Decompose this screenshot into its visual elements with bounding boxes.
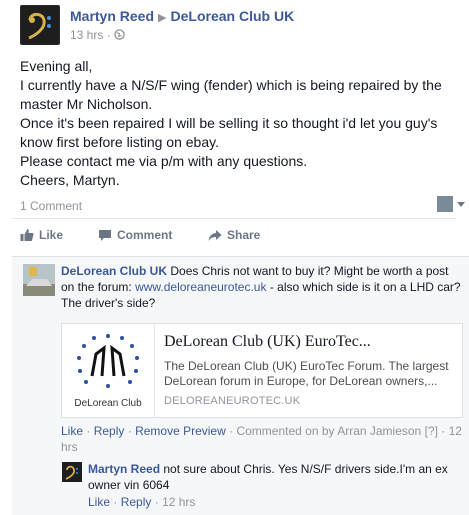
post-line: Cheers, Martyn. [20, 172, 120, 188]
reply-meta: Like · Reply · 12 hrs [88, 495, 196, 509]
chevron-down-icon [457, 202, 465, 207]
link-preview-image: DeLorean Club [62, 324, 155, 417]
group-link[interactable]: DeLorean Club UK [171, 8, 295, 24]
comment-like-link[interactable]: Like [61, 424, 83, 438]
reply-text: Martyn Reed not sure about Chris. Yes N/… [88, 461, 458, 493]
like-button[interactable]: Like [20, 228, 63, 242]
post-line: Please contact me via p/m with any quest… [20, 153, 308, 169]
comment-as-selector[interactable] [437, 196, 469, 214]
share-button[interactable]: Share [208, 228, 260, 242]
forum-url-link[interactable]: www.deloreaneurotec.uk [135, 280, 266, 294]
comment-reply-link[interactable]: Reply [94, 424, 125, 438]
post-line: Evening all, [20, 58, 93, 74]
bass-clef-logo-icon [21, 6, 59, 44]
reply-author-link[interactable]: Martyn Reed [88, 462, 160, 476]
reply-reply-link[interactable]: Reply [121, 495, 152, 509]
comment-author-link[interactable]: DeLorean Club UK [61, 264, 167, 278]
link-preview-domain: DELOREANEUROTEC.UK [164, 395, 301, 407]
help-bracket[interactable]: [?] [425, 424, 438, 438]
bass-clef-logo-icon [62, 462, 82, 482]
share-label: Share [227, 228, 261, 242]
reply-time[interactable]: 12 hrs [162, 495, 195, 509]
globe-icon [114, 28, 125, 42]
post-author-link[interactable]: Martyn Reed [70, 8, 154, 24]
remove-preview-link[interactable]: Remove Preview [135, 424, 226, 438]
author-avatar[interactable] [20, 5, 60, 45]
post-line: Once it's been repaired I will be sellin… [20, 115, 438, 150]
link-preview-card[interactable]: DeLorean Club DeLorean Club (UK) EuroTec… [61, 323, 463, 418]
viewer-avatar [437, 196, 453, 212]
link-preview-description: The DeLorean Club (UK) EuroTec Forum. Th… [164, 359, 449, 388]
car-photo-avatar-icon [23, 264, 55, 296]
share-arrow-icon [208, 229, 222, 241]
divider [12, 218, 456, 219]
comment-count[interactable]: 1 Comment [20, 199, 82, 213]
post-body: Evening all, I currently have a N/S/F wi… [20, 57, 460, 190]
commenter-avatar[interactable] [23, 264, 55, 296]
link-preview-title[interactable]: DeLorean Club (UK) EuroTec... [164, 333, 371, 351]
commented-by-text: Commented on by Arran Jamieson [236, 424, 422, 438]
logo-wordmark: DeLorean Club [74, 398, 142, 409]
speech-bubble-icon [99, 229, 111, 241]
post-timestamp-line: 13 hrs · [70, 28, 125, 42]
like-label: Like [39, 228, 64, 242]
comment-text: DeLorean Club UK Does Chris not want to … [61, 263, 461, 311]
post-time[interactable]: 13 hrs [70, 28, 103, 42]
triangle-right-icon: ▶ [158, 12, 167, 24]
post-line: I currently have a N/S/F wing (fender) w… [20, 77, 442, 112]
comment-meta: Like · Reply · Remove Preview · Commente… [61, 424, 462, 454]
comment-button[interactable]: Comment [98, 228, 172, 242]
comment-label: Comment [117, 228, 173, 242]
reply-like-link[interactable]: Like [88, 495, 110, 509]
post-title-line: Martyn Reed ▶ DeLorean Club UK [70, 8, 294, 24]
post-header: Martyn Reed ▶ DeLorean Club UK 13 hrs · [20, 5, 460, 45]
reply-avatar[interactable] [62, 462, 82, 482]
thumbs-up-icon [20, 229, 34, 241]
delorean-club-logo-icon: DeLorean Club [74, 334, 142, 409]
